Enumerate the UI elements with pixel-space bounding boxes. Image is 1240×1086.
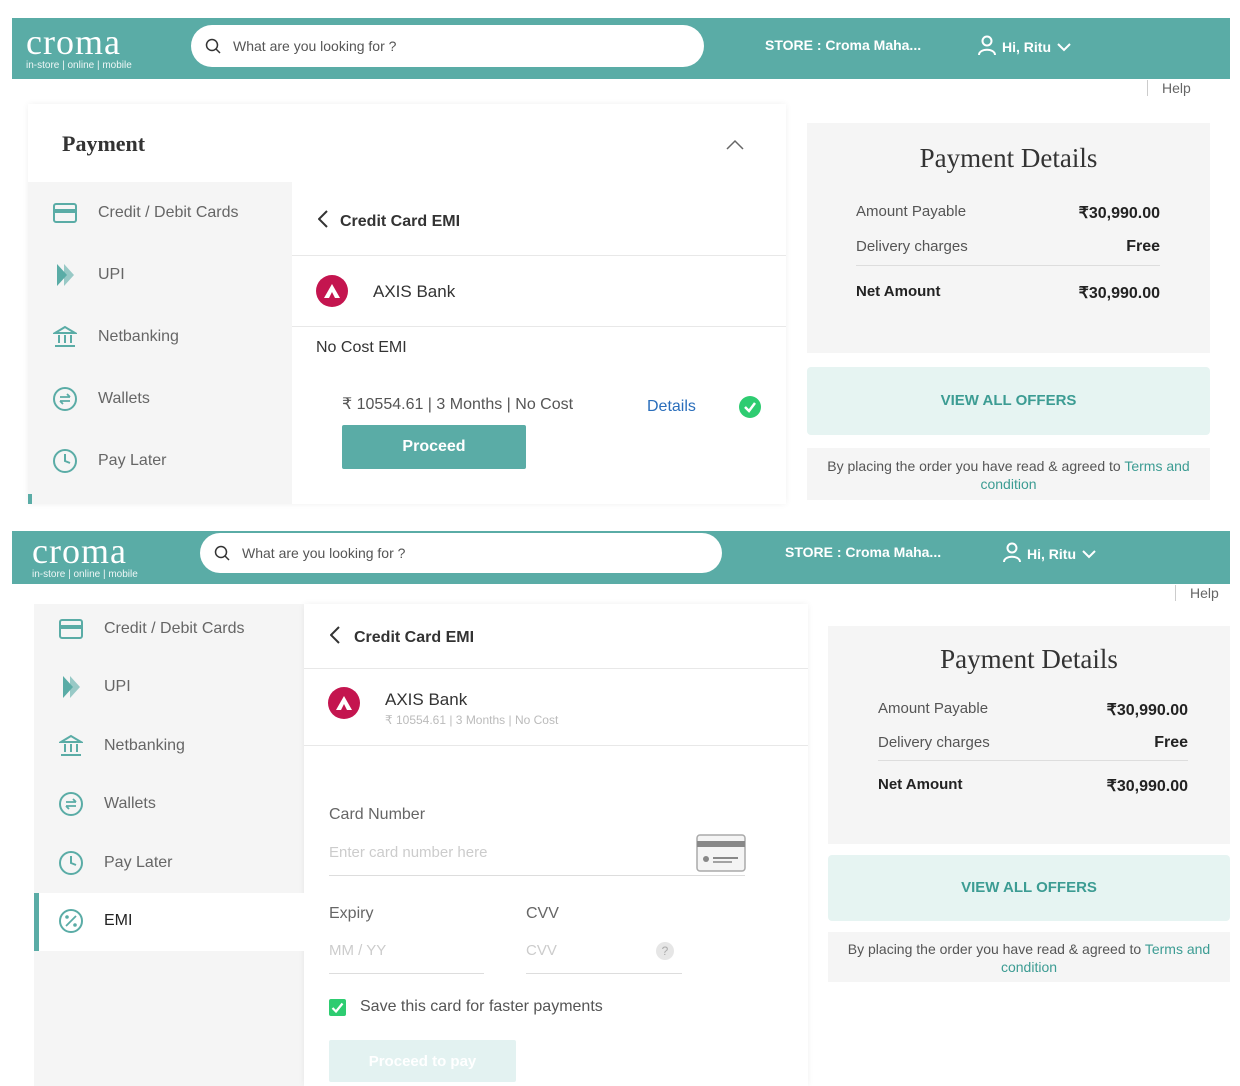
divider [304,668,808,669]
condition-link[interactable]: condition [1001,959,1057,975]
payment-details-card: Payment Details Amount Payable ₹30,990.0… [828,626,1230,844]
save-card-checkbox[interactable] [329,999,346,1016]
view-all-offers-button[interactable]: VIEW ALL OFFERS [828,855,1230,921]
terms-link[interactable]: Terms and [1145,941,1210,957]
search-input[interactable]: What are you looking for ? [200,533,722,573]
user-icon [1003,542,1021,565]
method-wallets[interactable]: Wallets [58,791,156,817]
proceed-to-pay-button[interactable]: Proceed to pay [329,1040,516,1082]
card-number-label: Card Number [329,806,426,823]
percent-icon [58,908,84,934]
store-selector[interactable]: STORE : Croma Maha... [785,544,941,560]
chevron-down-icon [1082,546,1096,562]
wallet-icon [58,791,84,817]
divider [878,760,1188,761]
card-number-underline [329,875,745,876]
method-emi[interactable]: EMI [58,908,132,934]
bank-name: AXIS Bank [385,690,468,709]
method-pay-later[interactable]: Pay Later [58,850,172,876]
terms-notice: By placing the order you have read & agr… [828,932,1230,982]
header: croma in-store | online | mobile What ar… [12,531,1230,584]
croma-logo[interactable]: croma in-store | online | mobile [32,533,138,580]
upi-icon [58,674,84,700]
clock-icon [58,850,84,876]
help-link[interactable]: Help [1175,585,1219,601]
user-menu[interactable]: Hi, Ritu [1003,542,1096,565]
method-credit-debit[interactable]: Credit / Debit Cards [58,616,245,642]
credit-card-emi-back[interactable]: Credit Card EMI [329,626,474,649]
axis-bank-logo [328,687,360,719]
chevron-left-icon [329,626,340,649]
method-netbanking[interactable]: Netbanking [58,733,185,759]
method-upi[interactable]: UPI [58,674,131,700]
cvv-label: CVV [526,905,559,922]
cvv-help-icon[interactable]: ? [656,942,674,960]
expiry-underline [329,973,484,974]
net-amount-row: Net Amount ₹30,990.00 [878,776,1188,795]
search-icon [214,545,230,561]
card-number-input[interactable]: Enter card number here [329,844,689,861]
cvv-underline [526,973,682,974]
emi-plan-summary: ₹ 10554.61 | 3 Months | No Cost [385,713,559,727]
cvv-input[interactable]: CVV [526,942,557,959]
card-icon [696,834,746,877]
delivery-row: Delivery charges Free [878,734,1188,751]
payment-details-title: Payment Details [940,644,1118,674]
divider [304,745,808,746]
card-icon [58,616,84,642]
bottom-screenshot: croma in-store | online | mobile What ar… [0,0,1240,1086]
bank-icon [58,733,84,759]
expiry-input[interactable]: MM / YY [329,942,386,959]
expiry-label: Expiry [329,905,374,922]
save-card-label: Save this card for faster payments [360,998,603,1015]
amount-payable-row: Amount Payable ₹30,990.00 [878,700,1188,719]
